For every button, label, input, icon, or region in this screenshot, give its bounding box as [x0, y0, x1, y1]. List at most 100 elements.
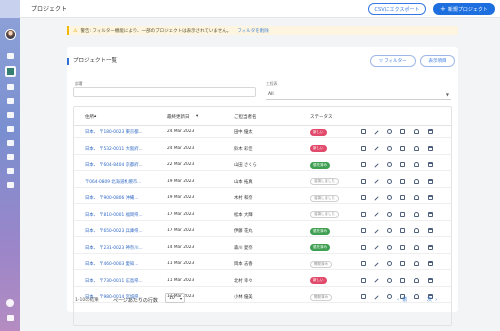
edit-icon[interactable] — [361, 261, 366, 266]
table-row[interactable]: 日本、 〒810-0001 福岡県... 17 Mar 2023 松本 大輝 溶損しま… — [74, 209, 451, 221]
copy-icon[interactable] — [400, 129, 405, 134]
edit-icon[interactable] — [361, 244, 366, 250]
pencil-icon[interactable] — [374, 228, 379, 234]
copy-icon[interactable] — [400, 211, 405, 217]
delete-icon[interactable] — [428, 277, 433, 283]
edit-icon[interactable] — [361, 129, 366, 134]
user-icon[interactable] — [414, 244, 419, 250]
address-link[interactable]: 日本、 〒810-0001 福岡県... — [85, 212, 143, 218]
sidebar-item-home-icon[interactable] — [7, 53, 14, 59]
user-icon[interactable] — [414, 228, 419, 233]
user-icon[interactable] — [414, 211, 419, 217]
user-icon[interactable] — [414, 178, 419, 184]
edit-icon[interactable] — [361, 277, 366, 283]
sort-desc-icon[interactable]: ▾ — [196, 114, 198, 119]
department-input[interactable] — [73, 87, 256, 97]
filter-button[interactable]: ▽ フィルター — [370, 55, 416, 67]
address-link[interactable]: 日本、 〒460-0003 愛知... — [85, 261, 143, 267]
new-project-button[interactable]: + 新規プロジェクト — [433, 3, 495, 15]
copy-icon[interactable] — [400, 145, 405, 151]
sidebar-item-document-icon[interactable] — [7, 140, 14, 146]
tag-icon[interactable] — [387, 162, 392, 167]
copy-icon[interactable] — [400, 244, 405, 250]
sidebar-item-report-icon[interactable] — [7, 168, 14, 174]
address-link[interactable]: 日本、 〒231-0023 神奈川... — [85, 245, 143, 251]
pencil-icon[interactable] — [374, 195, 379, 201]
sidebar-item-projects-icon[interactable] — [5, 66, 16, 77]
table-row[interactable]: 日本、 〒604-8404 京都府... 22 Mar 2023 山田 さくら 優先済… — [74, 159, 451, 171]
table-row[interactable]: 日本、 〒730-0011 広島県... 11 Mar 2023 北村 幸々 新しい — [74, 275, 451, 287]
tag-icon[interactable] — [387, 145, 392, 151]
pencil-icon[interactable] — [374, 245, 379, 250]
pencil-icon[interactable] — [374, 129, 379, 135]
display-columns-button[interactable]: 表示項目 — [420, 55, 455, 67]
pencil-icon[interactable] — [374, 179, 379, 184]
address-link[interactable]: 日本、 〒730-0011 広島県... — [85, 278, 143, 284]
user-icon[interactable] — [414, 261, 419, 266]
address-link[interactable]: 日本、 〒900-0806 沖縄... — [85, 195, 143, 201]
edit-icon[interactable] — [361, 228, 366, 233]
tag-icon[interactable] — [387, 277, 392, 283]
delete-icon[interactable] — [428, 261, 433, 266]
sidebar-item-people-icon[interactable] — [7, 84, 14, 90]
table-row[interactable]: 日本、 〒460-0003 愛知... 11 Mar 2023 岡本 志香 開発済み — [74, 258, 451, 270]
edit-icon[interactable] — [361, 145, 366, 151]
tag-icon[interactable] — [387, 261, 392, 266]
edit-icon[interactable] — [361, 211, 366, 217]
address-link[interactable]: 日本、 〒650-0023 兵庫県... — [85, 228, 143, 234]
schedule-select[interactable]: All ▼ — [266, 90, 451, 100]
pencil-icon[interactable] — [374, 278, 379, 283]
user-icon[interactable] — [414, 145, 419, 151]
tag-icon[interactable] — [387, 228, 392, 233]
user-icon[interactable] — [414, 129, 419, 134]
tag-icon[interactable] — [387, 211, 392, 217]
next-page-button[interactable]: 次 › — [427, 296, 437, 303]
previous-page-button[interactable]: ‹ 前 — [397, 296, 407, 303]
user-icon[interactable] — [414, 162, 419, 167]
delete-icon[interactable] — [428, 244, 433, 250]
delete-icon[interactable] — [428, 228, 433, 233]
delete-icon[interactable] — [428, 129, 433, 134]
column-header-updated[interactable]: 最終更新日 — [167, 114, 190, 120]
tag-icon[interactable] — [387, 195, 392, 200]
copy-icon[interactable] — [400, 277, 405, 283]
copy-icon[interactable] — [400, 261, 405, 266]
sort-icon[interactable]: ▴ — [94, 114, 96, 119]
export-csv-button[interactable]: CSVにエクスポート — [368, 3, 426, 15]
delete-icon[interactable] — [428, 211, 433, 217]
address-link[interactable]: 〒064-0809 北海道札幌市... — [85, 179, 143, 185]
table-row[interactable]: 日本、 〒231-0023 神奈川... 14 Mar 2023 森川 愛奈 優先済み — [74, 242, 451, 254]
delete-icon[interactable] — [428, 178, 433, 184]
sidebar-item-settings-icon[interactable] — [7, 98, 14, 104]
tag-icon[interactable] — [387, 178, 392, 184]
pencil-icon[interactable] — [374, 294, 379, 300]
remove-filter-link[interactable]: フィルタを削除 — [237, 28, 268, 34]
sidebar-help-icon[interactable] — [6, 299, 14, 307]
copy-icon[interactable] — [400, 228, 405, 233]
pencil-icon[interactable] — [374, 212, 379, 217]
edit-icon[interactable] — [361, 162, 366, 167]
table-row[interactable]: 日本、 〒650-0023 兵庫県... 17 Mar 2023 伊藤 花丸 優先済み — [74, 225, 451, 237]
user-icon[interactable] — [414, 294, 419, 299]
copy-icon[interactable] — [400, 195, 405, 200]
tag-icon[interactable] — [387, 129, 392, 134]
edit-icon[interactable] — [361, 195, 366, 200]
copy-icon[interactable] — [400, 162, 405, 167]
column-header-person[interactable]: ご担当者名 — [234, 114, 257, 120]
copy-icon[interactable] — [400, 178, 405, 184]
pencil-icon[interactable] — [374, 162, 379, 168]
sidebar-item-list-icon[interactable] — [7, 112, 14, 118]
table-row[interactable]: 日本、 〒532-0011 大阪府... 24 Mar 2023 鈴木 彩佳 新しい — [74, 143, 451, 155]
tag-icon[interactable] — [387, 244, 392, 250]
sidebar-logout-icon[interactable] — [7, 315, 14, 321]
table-row[interactable]: 日本、 〒180-0023 東京都... 24 Mar 2023 田中 優太 新しい — [74, 126, 451, 138]
column-header-address[interactable]: 住所 — [85, 114, 94, 120]
rows-per-page-select[interactable]: 10 ▾ — [165, 293, 185, 303]
address-link[interactable]: 日本、 〒532-0011 大阪府... — [85, 146, 143, 152]
pencil-icon[interactable] — [374, 146, 379, 151]
address-link[interactable]: 日本、 〒180-0023 東京都... — [85, 129, 143, 135]
edit-icon[interactable] — [361, 294, 366, 299]
delete-icon[interactable] — [428, 195, 433, 200]
tag-icon[interactable] — [387, 294, 392, 299]
delete-icon[interactable] — [428, 162, 433, 167]
